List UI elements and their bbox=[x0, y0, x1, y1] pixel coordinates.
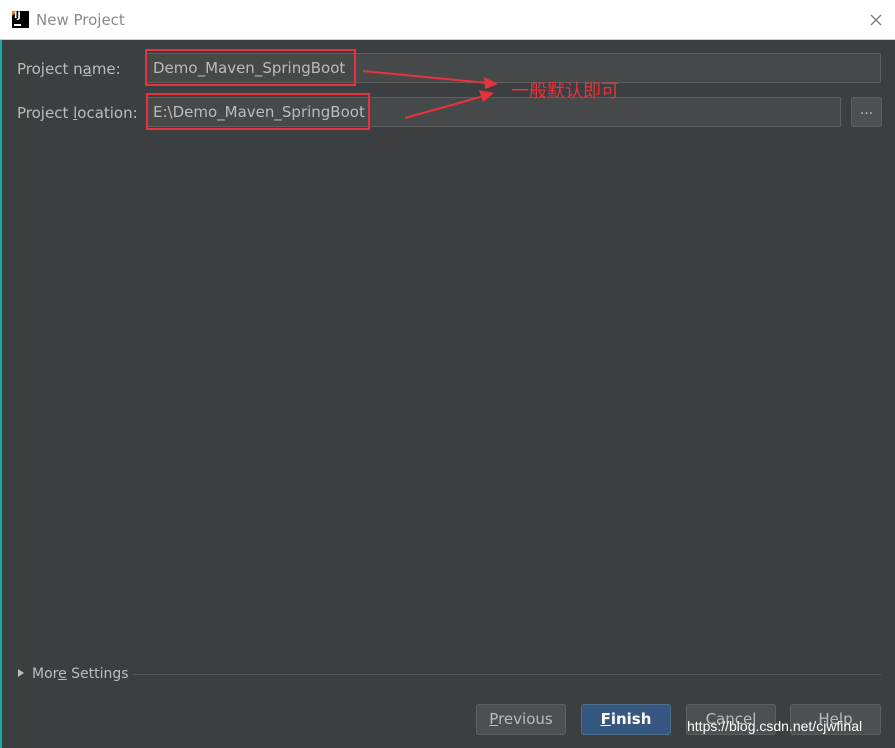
annotation-text: 一般默认即可 bbox=[511, 81, 619, 102]
watermark: https://blog.csdn.net/cjwfinal bbox=[687, 718, 863, 734]
more-settings-toggle[interactable]: More Settings bbox=[18, 666, 129, 682]
annotation-arrows bbox=[362, 70, 498, 119]
separator bbox=[133, 674, 881, 675]
finish-button[interactable]: Finish bbox=[581, 704, 671, 735]
expand-triangle-icon bbox=[18, 669, 24, 677]
previous-button[interactable]: Previous bbox=[476, 704, 566, 735]
